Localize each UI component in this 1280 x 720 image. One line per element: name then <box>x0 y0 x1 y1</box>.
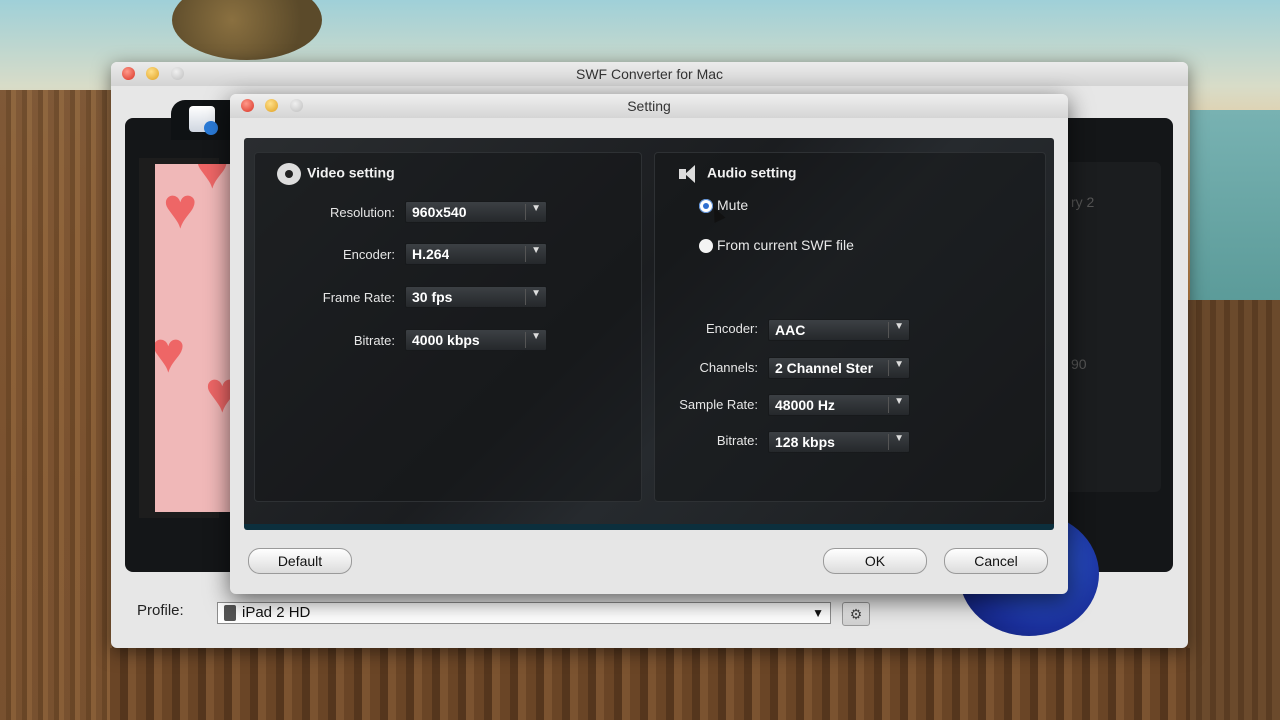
channels-label: Channels: <box>699 360 758 375</box>
resolution-select[interactable]: 960x540 ▼ <box>405 201 547 223</box>
video-encoder-label: Encoder: <box>342 247 395 262</box>
main-window-title: SWF Converter for Mac <box>111 62 1188 86</box>
desktop-sea <box>1190 110 1280 310</box>
frame-rate-label: Frame Rate: <box>322 290 395 305</box>
chevron-down-icon: ▼ <box>812 606 824 620</box>
audio-encoder-select[interactable]: AAC ▼ <box>768 319 910 341</box>
chevron-down-icon: ▼ <box>894 433 904 444</box>
profile-value: iPad 2 HD <box>242 604 311 621</box>
close-button[interactable] <box>122 67 135 80</box>
chevron-down-icon: ▼ <box>894 359 904 370</box>
chevron-down-icon: ▼ <box>894 321 904 332</box>
chevron-down-icon: ▼ <box>531 288 541 299</box>
heart-icon: ♥ <box>205 360 230 425</box>
video-setting-panel: Video setting Resolution: 960x540 ▼ Enco… <box>254 152 642 502</box>
video-encoder-value: H.264 <box>412 246 450 262</box>
zoom-button[interactable] <box>171 67 184 80</box>
dialog-minimize-button[interactable] <box>265 99 278 112</box>
frame-rate-select[interactable]: 30 fps ▼ <box>405 286 547 308</box>
output-panel <box>1061 162 1161 492</box>
desktop-shack-right <box>1188 300 1280 720</box>
divider <box>525 246 526 262</box>
audio-bitrate-select[interactable]: 128 kbps ▼ <box>768 431 910 453</box>
video-bitrate-label: Bitrate: <box>353 333 395 348</box>
divider <box>525 332 526 348</box>
profile-settings-button[interactable]: ⚙ <box>842 602 870 626</box>
sample-rate-label: Sample Rate: <box>679 397 758 412</box>
audio-bitrate-value: 128 kbps <box>775 434 835 450</box>
dialog-zoom-button[interactable] <box>290 99 303 112</box>
audio-setting-panel: Audio setting Mute From current SWF file… <box>654 152 1046 502</box>
desktop-shack-left <box>0 90 112 720</box>
divider <box>525 289 526 305</box>
profile-select[interactable]: iPad 2 HD ▼ <box>217 602 831 624</box>
ipad-icon <box>224 605 236 621</box>
film-reel-icon <box>277 163 301 185</box>
video-encoder-select[interactable]: H.264 ▼ <box>405 243 547 265</box>
audio-setting-title: Audio setting <box>707 164 797 181</box>
preview-image: ♥ ♥ ♥ ♥ <box>155 164 230 512</box>
audio-encoder-value: AAC <box>775 322 806 338</box>
resolution-label: Resolution: <box>329 205 395 220</box>
dialog-close-button[interactable] <box>241 99 254 112</box>
speaker-icon <box>677 163 701 185</box>
dialog-title: Setting <box>230 94 1068 118</box>
gear-icon: ⚙ <box>849 606 863 622</box>
chevron-down-icon: ▼ <box>531 331 541 342</box>
output-ghost-label: ry 2 <box>1071 194 1095 210</box>
divider <box>888 322 889 338</box>
divider <box>888 360 889 376</box>
divider <box>888 397 889 413</box>
add-file-icon[interactable] <box>189 106 218 135</box>
video-bitrate-select[interactable]: 4000 kbps ▼ <box>405 329 547 351</box>
sample-rate-select[interactable]: 48000 Hz ▼ <box>768 394 910 416</box>
audio-encoder-label: Encoder: <box>705 321 758 336</box>
video-bitrate-value: 4000 kbps <box>412 332 480 348</box>
mute-radio[interactable]: Mute <box>699 197 748 214</box>
heart-icon: ♥ <box>195 164 230 201</box>
chevron-down-icon: ▼ <box>894 396 904 407</box>
chevron-down-icon: ▼ <box>531 245 541 256</box>
channels-value: 2 Channel Ster <box>775 360 874 376</box>
output-ghost-value: 90 <box>1071 356 1087 372</box>
desktop-ground <box>110 648 1190 720</box>
settings-area: Video setting Resolution: 960x540 ▼ Enco… <box>244 138 1054 530</box>
heart-icon: ♥ <box>163 176 198 241</box>
divider <box>525 204 526 220</box>
cancel-button[interactable]: Cancel <box>944 548 1048 574</box>
ok-button[interactable]: OK <box>823 548 927 574</box>
video-setting-heading: Video setting <box>277 163 395 185</box>
from-swf-radio[interactable]: From current SWF file <box>699 237 854 254</box>
channels-select[interactable]: 2 Channel Ster ▼ <box>768 357 910 379</box>
chevron-down-icon: ▼ <box>531 203 541 214</box>
profile-label: Profile: <box>137 602 184 619</box>
divider <box>888 434 889 450</box>
resolution-value: 960x540 <box>412 204 467 220</box>
radio-unselected-icon <box>699 239 713 254</box>
setting-dialog: Setting Video setting Resolution: 960x54… <box>230 94 1068 594</box>
default-button[interactable]: Default <box>248 548 352 574</box>
video-setting-title: Video setting <box>307 164 395 181</box>
desktop-tree <box>172 0 322 60</box>
heart-icon: ♥ <box>155 320 186 385</box>
audio-bitrate-label: Bitrate: <box>716 433 758 448</box>
audio-setting-heading: Audio setting <box>677 163 796 185</box>
from-swf-label: From current SWF file <box>717 237 854 253</box>
frame-rate-value: 30 fps <box>412 289 453 305</box>
sample-rate-value: 48000 Hz <box>775 397 835 413</box>
minimize-button[interactable] <box>146 67 159 80</box>
